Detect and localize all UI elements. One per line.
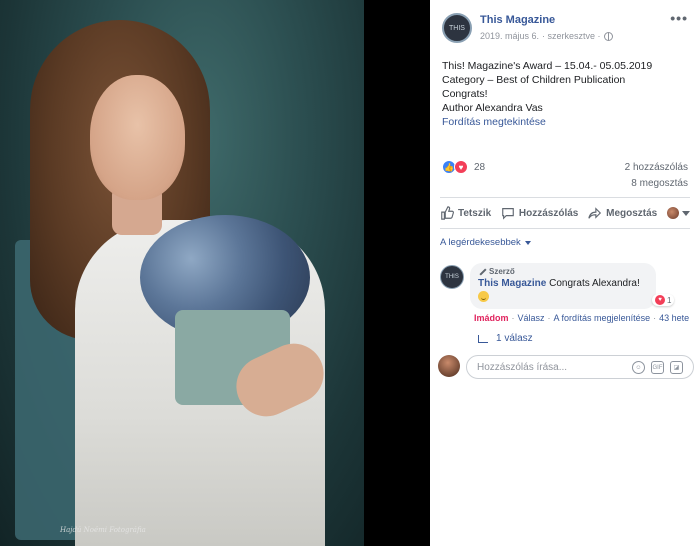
reaction-summary[interactable]: 👍 ♥ 28 (442, 160, 485, 174)
comment-icon (502, 208, 514, 220)
comment-sort-label: A legérdekesebbek (440, 237, 521, 248)
see-translation-link[interactable]: Fordítás megtekintése (442, 115, 692, 129)
divider (440, 197, 690, 198)
composer-icons: ☺ GIF ◪ (632, 361, 683, 374)
replies-label: 1 válasz (496, 333, 533, 344)
reply-arrow-icon (478, 334, 488, 343)
comment-button[interactable]: Hozzászólás (501, 206, 578, 220)
edited-label[interactable]: · szerkesztve · (542, 31, 601, 41)
comment-text: Congrats Alexandra! (549, 278, 640, 289)
author-badge-label: Szerző (489, 267, 515, 276)
comment-love-button[interactable]: Imádom (474, 313, 509, 323)
photo-signature: Hajdú Noémi Fotográfia (60, 526, 146, 534)
sticker-icon[interactable]: ◪ (670, 361, 683, 374)
share-count-link[interactable]: 8 megosztás (631, 178, 688, 189)
share-button-label: Megosztás (606, 207, 658, 219)
emoji-icon[interactable]: ☺ (632, 361, 645, 374)
post-header: THIS This Magazine 2019. május 6. · szer… (430, 0, 700, 52)
commenter-avatar[interactable]: THIS (440, 265, 464, 289)
page-avatar[interactable]: THIS (442, 13, 472, 43)
like-button[interactable]: Tetszik (440, 206, 491, 220)
photo-viewer: Hajdú Noémi Fotográfia (0, 0, 430, 546)
love-reaction-icon: ♥ (655, 295, 665, 305)
post-panel: THIS This Magazine 2019. május 6. · szer… (430, 0, 700, 546)
comment-actions: Imádom · Válasz · A fordítás megjeleníté… (474, 313, 689, 323)
more-options-button[interactable]: ••• (670, 10, 688, 26)
like-button-label: Tetszik (458, 207, 492, 219)
chevron-down-icon (681, 210, 690, 216)
post-actions: Tetszik Hozzászólás Megosztás (440, 200, 690, 226)
comment-reaction-number: 1 (667, 295, 672, 305)
share-arrow-icon (588, 207, 602, 219)
separator: · (653, 313, 657, 323)
post-text: This! Magazine's Award – 15.04.- 05.05.2… (442, 59, 692, 129)
comment-reaction-count[interactable]: ♥ 1 (652, 294, 675, 306)
post-text-line: Category – Best of Children Publication (442, 74, 626, 86)
comment-timestamp[interactable]: 43 hete (659, 313, 689, 323)
page-avatar-text: THIS (449, 24, 465, 32)
separator: · (511, 313, 515, 323)
chevron-down-icon (524, 240, 531, 245)
comment-input[interactable]: Hozzászólás írása... ☺ GIF ◪ (466, 355, 694, 379)
comment-bubble: Szerző This Magazine Congrats Alexandra! (470, 263, 656, 309)
share-button[interactable]: Megosztás (588, 206, 657, 220)
author-badge: Szerző (478, 267, 648, 276)
comment-body: This Magazine Congrats Alexandra! (478, 278, 648, 289)
reaction-as-selector[interactable] (666, 207, 690, 219)
page-name[interactable]: This Magazine (480, 14, 555, 26)
love-reaction-icon: ♥ (454, 160, 468, 174)
post-text-line: Congrats! (442, 88, 488, 100)
view-replies-link[interactable]: 1 válasz (478, 333, 533, 344)
post-text-line: This! Magazine's Award – 15.04.- 05.05.2… (442, 60, 653, 72)
globe-icon[interactable] (603, 31, 613, 41)
comment-count-link[interactable]: 2 hozzászólás (625, 162, 688, 173)
comment-author[interactable]: This Magazine (478, 278, 546, 289)
commenter-avatar-text: THIS (445, 274, 459, 280)
comment-reply-button[interactable]: Válasz (518, 313, 545, 323)
smile-emoji-icon (478, 291, 489, 302)
comment-button-label: Hozzászólás (518, 207, 579, 219)
thumbs-up-icon (441, 206, 454, 220)
divider (440, 228, 690, 229)
gif-icon[interactable]: GIF (651, 361, 664, 374)
post-date[interactable]: 2019. május 6. (480, 31, 539, 41)
user-avatar (438, 355, 460, 377)
post-photo[interactable]: Hajdú Noémi Fotográfia (0, 0, 364, 546)
post-text-line: Author Alexandra Vas (442, 102, 543, 114)
separator: · (547, 313, 551, 323)
post-meta: 2019. május 6. · szerkesztve · (480, 31, 613, 41)
comment-input-placeholder: Hozzászólás írása... (477, 361, 568, 373)
pencil-icon (478, 268, 486, 276)
user-avatar (666, 207, 679, 219)
comment-sort-dropdown[interactable]: A legérdekesebbek (440, 237, 531, 248)
photo-face (90, 75, 185, 200)
reaction-count: 28 (474, 161, 486, 173)
show-translation-link[interactable]: A fordítás megjelenítése (554, 313, 651, 323)
comment-composer: Hozzászólás írása... ☺ GIF ◪ (438, 355, 698, 379)
